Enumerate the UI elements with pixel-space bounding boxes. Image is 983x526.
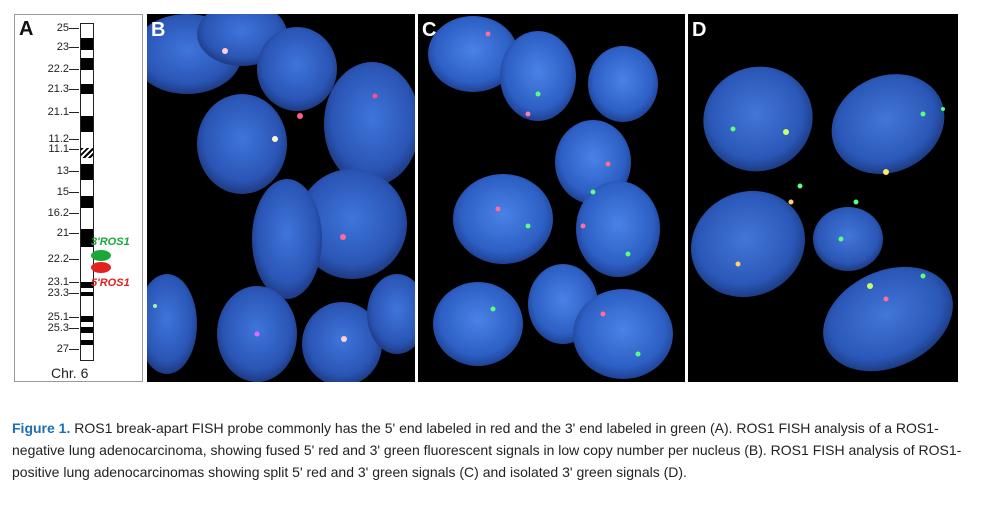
chromosome-6	[80, 23, 94, 361]
chromosome-band	[81, 38, 93, 50]
panel-a-ideogram: A 25 23 22.2 21.3 21.1 11.2 11.1 13 15 1…	[14, 14, 143, 382]
chromosome-band	[81, 58, 93, 70]
figure-caption-text: ROS1 break-apart FISH probe commonly has…	[12, 420, 962, 480]
panel-c-fish-image: C	[418, 14, 685, 382]
chromosome-band	[81, 116, 93, 132]
band-label: 13	[56, 165, 69, 177]
band-label: 15	[56, 186, 69, 198]
band-label: 11.1	[48, 143, 69, 155]
chromosome-label: Chr. 6	[51, 365, 89, 381]
panel-c-label: C	[422, 19, 437, 41]
chromosome-band	[81, 164, 93, 180]
chromosome-band	[81, 84, 93, 94]
band-tick	[69, 192, 79, 193]
band-label: 23	[56, 41, 69, 53]
probe-5prime-label: 5'ROS1	[91, 277, 130, 289]
band-tick	[69, 149, 79, 150]
band-label: 27	[56, 343, 69, 355]
band-label: 16.2	[47, 207, 69, 219]
band-tick	[69, 89, 79, 90]
panel-b-label: B	[151, 19, 166, 41]
band-label: 23.3	[47, 287, 69, 299]
band-label: 22.2	[47, 253, 69, 265]
chromosome-band	[81, 340, 93, 345]
chromosome-band	[81, 327, 93, 333]
probe-3prime-marker	[91, 250, 111, 261]
band-tick	[69, 69, 79, 70]
chromosome-band	[81, 316, 93, 322]
panel-c-nuclei	[428, 16, 673, 379]
band-tick	[69, 282, 79, 283]
band-label: 21	[56, 227, 69, 239]
band-tick	[69, 213, 79, 214]
band-tick	[69, 171, 79, 172]
band-tick	[69, 28, 79, 29]
panel-d-fish-image: D	[688, 14, 958, 382]
band-label: 25.3	[47, 322, 69, 334]
band-label: 22.2	[47, 63, 69, 75]
band-tick	[69, 328, 79, 329]
band-tick	[69, 47, 79, 48]
figure-caption-label: Figure 1.	[12, 420, 71, 436]
band-tick	[69, 259, 79, 260]
figure-caption: Figure 1. ROS1 break-apart FISH probe co…	[12, 417, 972, 483]
band-tick	[69, 293, 79, 294]
chromosome-band	[81, 292, 93, 296]
band-tick	[69, 139, 79, 140]
panel-b-fish-image: B	[147, 14, 415, 382]
panel-b-nuclei	[147, 14, 415, 382]
panel-d-label: D	[692, 19, 707, 41]
band-tick	[69, 233, 79, 234]
probe-3prime-label: 3'ROS1	[91, 236, 130, 248]
band-label: 21.1	[47, 106, 69, 118]
chromosome-band	[81, 196, 93, 208]
probe-5prime-marker	[91, 262, 111, 273]
band-tick	[69, 112, 79, 113]
centromere-hatch	[81, 148, 93, 158]
band-tick	[69, 349, 79, 350]
panel-d-nuclei	[691, 66, 953, 372]
band-label: 25	[56, 22, 69, 34]
band-tick	[69, 317, 79, 318]
band-label: 21.3	[47, 83, 69, 95]
